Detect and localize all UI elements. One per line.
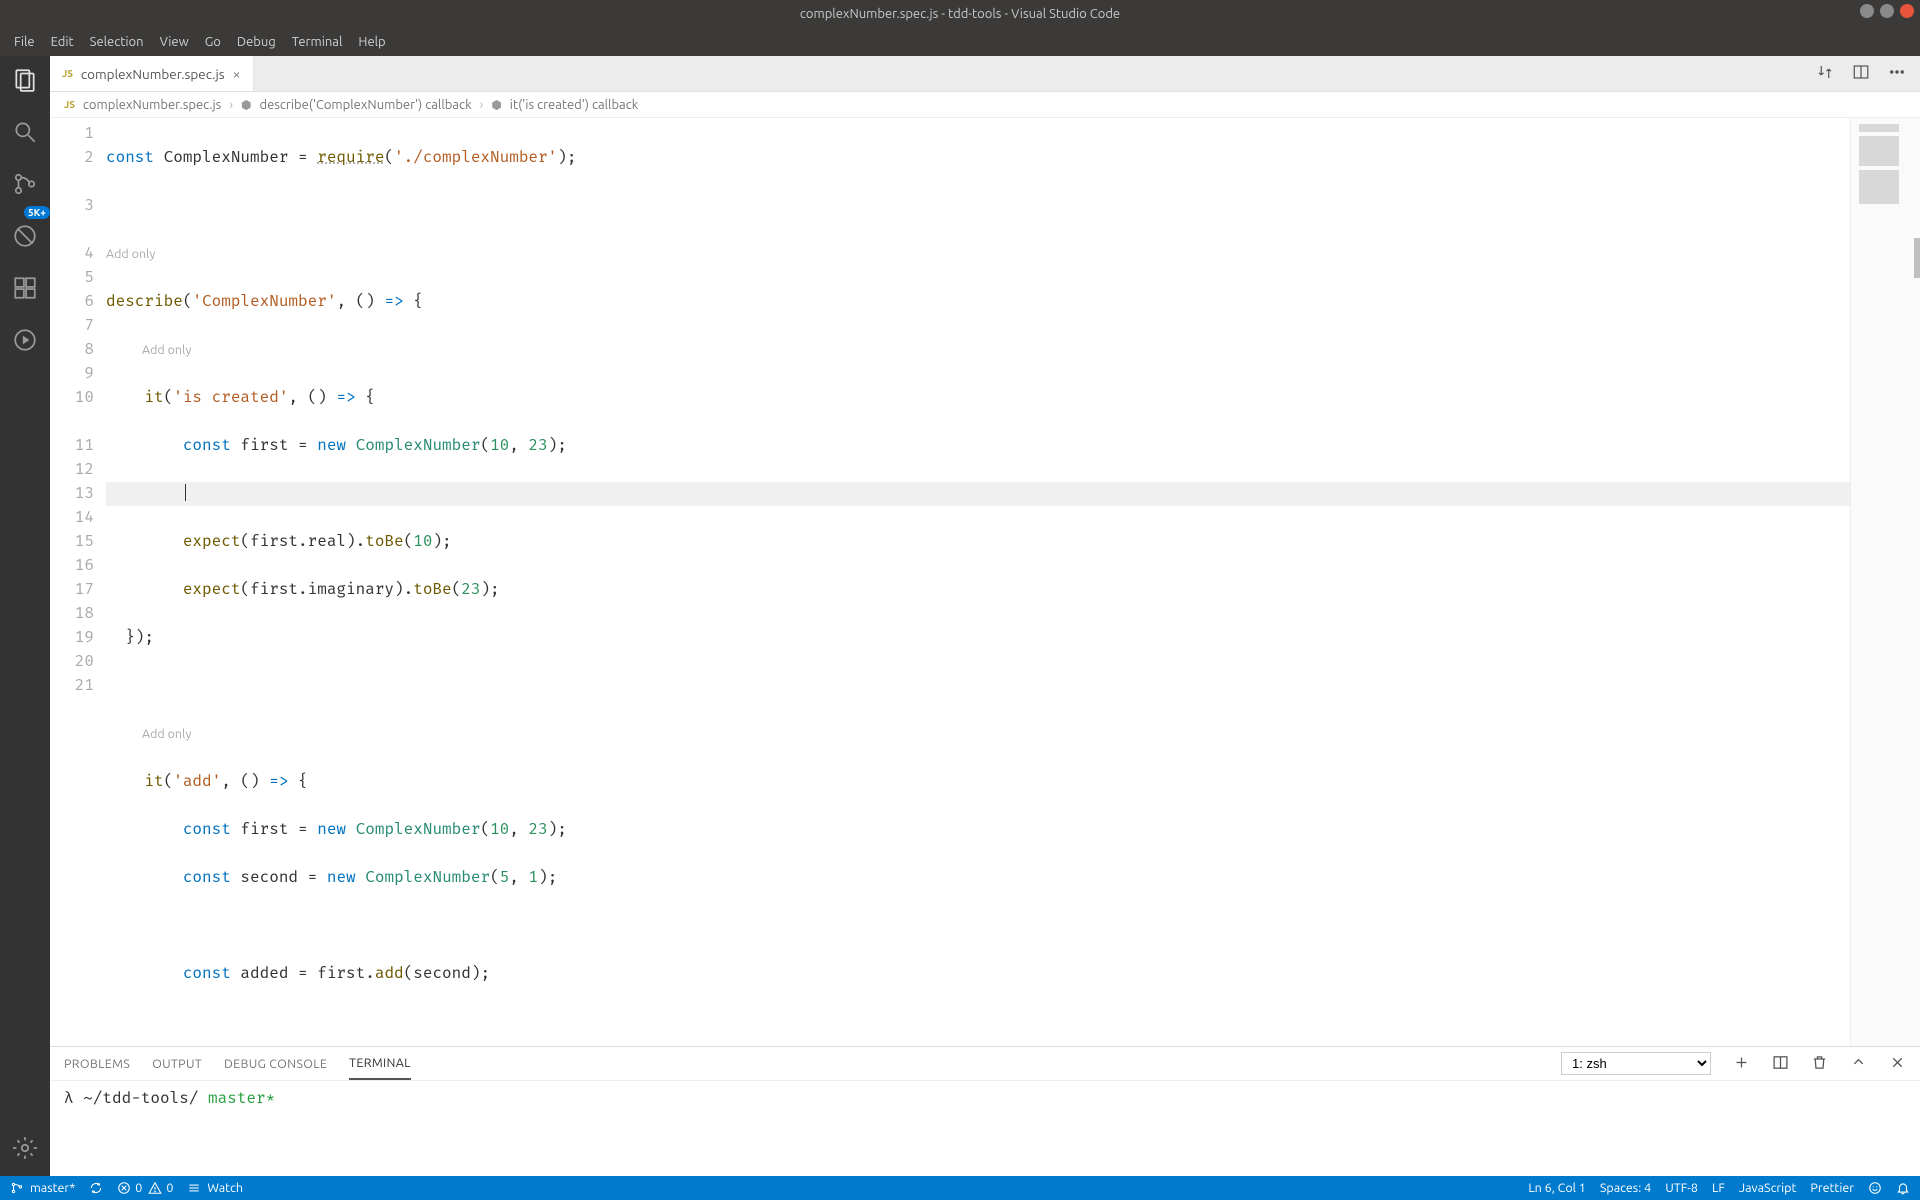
breadcrumb-describe[interactable]: describe('ComplexNumber') callback (259, 98, 471, 112)
status-watch[interactable]: Watch (187, 1181, 243, 1195)
tab-complexnumber-spec[interactable]: JS complexNumber.spec.js × (50, 56, 254, 91)
text-cursor (185, 484, 186, 501)
menu-selection[interactable]: Selection (82, 28, 152, 56)
js-file-icon: JS (62, 68, 73, 79)
menu-help[interactable]: Help (350, 28, 393, 56)
bottom-panel: PROBLEMS OUTPUT DEBUG CONSOLE TERMINAL 1… (50, 1046, 1920, 1176)
terminal-prompt-symbol: λ (64, 1089, 74, 1108)
window-close-button[interactable] (1900, 4, 1914, 18)
breadcrumb-file[interactable]: complexNumber.spec.js (83, 98, 221, 112)
status-cursor-position[interactable]: Ln 6, Col 1 (1528, 1181, 1586, 1195)
menu-terminal[interactable]: Terminal (284, 28, 351, 56)
source-control-icon[interactable] (11, 170, 39, 198)
editor-tabs: JS complexNumber.spec.js × (50, 56, 1920, 92)
code-content[interactable]: const ComplexNumber = require('./complex… (106, 118, 1850, 1046)
tab-label: complexNumber.spec.js (81, 66, 225, 82)
chevron-right-icon: › (480, 98, 484, 112)
panel-tab-terminal[interactable]: TERMINAL (349, 1048, 411, 1080)
menu-view[interactable]: View (152, 28, 197, 56)
terminal[interactable]: λ ~/tdd-tools/ master* (50, 1081, 1920, 1176)
test-runner-icon[interactable] (11, 326, 39, 354)
menu-go[interactable]: Go (197, 28, 229, 56)
status-bar: master* 0 0 Watch Ln 6, Col 1 Spaces: 4 … (0, 1176, 1920, 1200)
status-encoding[interactable]: UTF-8 (1665, 1181, 1698, 1195)
window-maximize-button[interactable] (1880, 4, 1894, 18)
status-feedback-icon[interactable] (1868, 1181, 1882, 1195)
more-actions-icon[interactable] (1888, 63, 1906, 85)
js-file-icon: JS (64, 99, 75, 110)
source-control-badge: 5K+ (24, 206, 50, 219)
line-number-gutter: 1 2 3 4 5 6 7 8 9 10 11 12 13 14 (50, 118, 106, 1046)
menu-file[interactable]: File (6, 28, 43, 56)
symbol-icon: ⬢ (491, 98, 501, 112)
search-icon[interactable] (11, 118, 39, 146)
panel-tab-problems[interactable]: PROBLEMS (64, 1049, 130, 1079)
new-terminal-icon[interactable] (1733, 1054, 1750, 1074)
status-indentation[interactable]: Spaces: 4 (1600, 1181, 1651, 1195)
minimap[interactable] (1850, 118, 1920, 1046)
status-git-branch[interactable]: master* (10, 1181, 75, 1195)
terminal-shell-select[interactable]: 1: zsh (1561, 1052, 1711, 1075)
symbol-icon: ⬢ (241, 98, 251, 112)
codelens-add-only[interactable]: Add only (142, 338, 191, 362)
status-notifications-icon[interactable] (1896, 1181, 1910, 1195)
kill-terminal-icon[interactable] (1811, 1054, 1828, 1074)
window-minimize-button[interactable] (1860, 4, 1874, 18)
compare-changes-icon[interactable] (1816, 63, 1834, 85)
menu-bar: File Edit Selection View Go Debug Termin… (0, 28, 1920, 56)
status-eol[interactable]: LF (1712, 1181, 1725, 1195)
status-problems[interactable]: 0 0 (117, 1181, 173, 1195)
debug-icon[interactable] (11, 222, 39, 250)
title-bar: complexNumber.spec.js - tdd-tools - Visu… (0, 0, 1920, 28)
terminal-cwd: ~/tdd-tools/ (83, 1089, 198, 1108)
activity-bar: 5K+ (0, 56, 50, 1176)
chevron-right-icon: › (229, 98, 233, 112)
codelens-add-only[interactable]: Add only (106, 242, 155, 266)
split-editor-icon[interactable] (1852, 63, 1870, 85)
panel-tab-debug-console[interactable]: DEBUG CONSOLE (224, 1049, 327, 1079)
status-sync-icon[interactable] (89, 1181, 103, 1195)
settings-gear-icon[interactable] (11, 1134, 39, 1162)
panel-tab-output[interactable]: OUTPUT (152, 1049, 202, 1079)
window-title: complexNumber.spec.js - tdd-tools - Visu… (800, 7, 1120, 21)
extensions-icon[interactable] (11, 274, 39, 302)
status-language[interactable]: JavaScript (1739, 1181, 1796, 1195)
maximize-panel-icon[interactable] (1850, 1054, 1867, 1074)
breadcrumb-it[interactable]: it('is created') callback (510, 98, 639, 112)
split-terminal-icon[interactable] (1772, 1054, 1789, 1074)
terminal-git-branch: master* (208, 1089, 275, 1108)
tab-close-icon[interactable]: × (233, 66, 241, 82)
status-formatter[interactable]: Prettier (1810, 1181, 1854, 1195)
breadcrumb[interactable]: JS complexNumber.spec.js › ⬢ describe('C… (50, 92, 1920, 118)
code-editor[interactable]: 1 2 3 4 5 6 7 8 9 10 11 12 13 14 (50, 118, 1850, 1046)
explorer-icon[interactable] (11, 66, 39, 94)
codelens-add-only[interactable]: Add only (142, 722, 191, 746)
menu-debug[interactable]: Debug (229, 28, 284, 56)
close-panel-icon[interactable] (1889, 1054, 1906, 1074)
menu-edit[interactable]: Edit (43, 28, 82, 56)
